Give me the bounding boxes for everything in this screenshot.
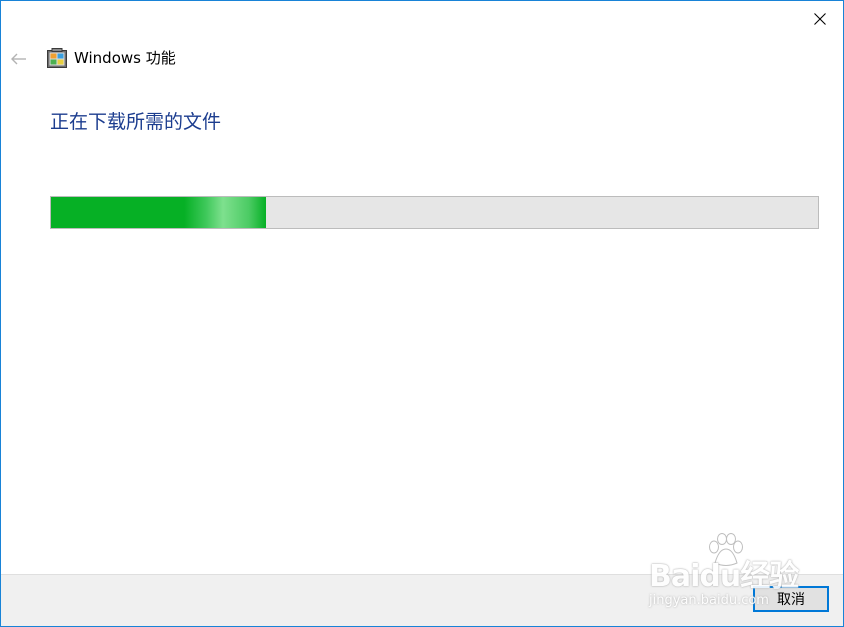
download-progress-bar (50, 196, 819, 229)
baidu-paw-icon (709, 533, 743, 566)
back-button[interactable] (7, 47, 31, 71)
windows-features-dialog: Windows 功能 正在下载所需的文件 取消 Baidu经验 jingyan.… (0, 0, 844, 627)
window-title: Windows 功能 (74, 49, 176, 67)
cancel-button[interactable]: 取消 (753, 586, 829, 612)
nav-row: Windows 功能 (1, 41, 843, 77)
progress-fill (51, 197, 266, 228)
close-icon (814, 13, 826, 25)
status-heading: 正在下载所需的文件 (50, 111, 222, 133)
close-button[interactable] (797, 1, 843, 37)
windows-features-icon (47, 48, 67, 68)
title-bar (1, 1, 843, 39)
footer-bar: 取消 (1, 574, 843, 626)
back-arrow-icon (11, 53, 26, 65)
